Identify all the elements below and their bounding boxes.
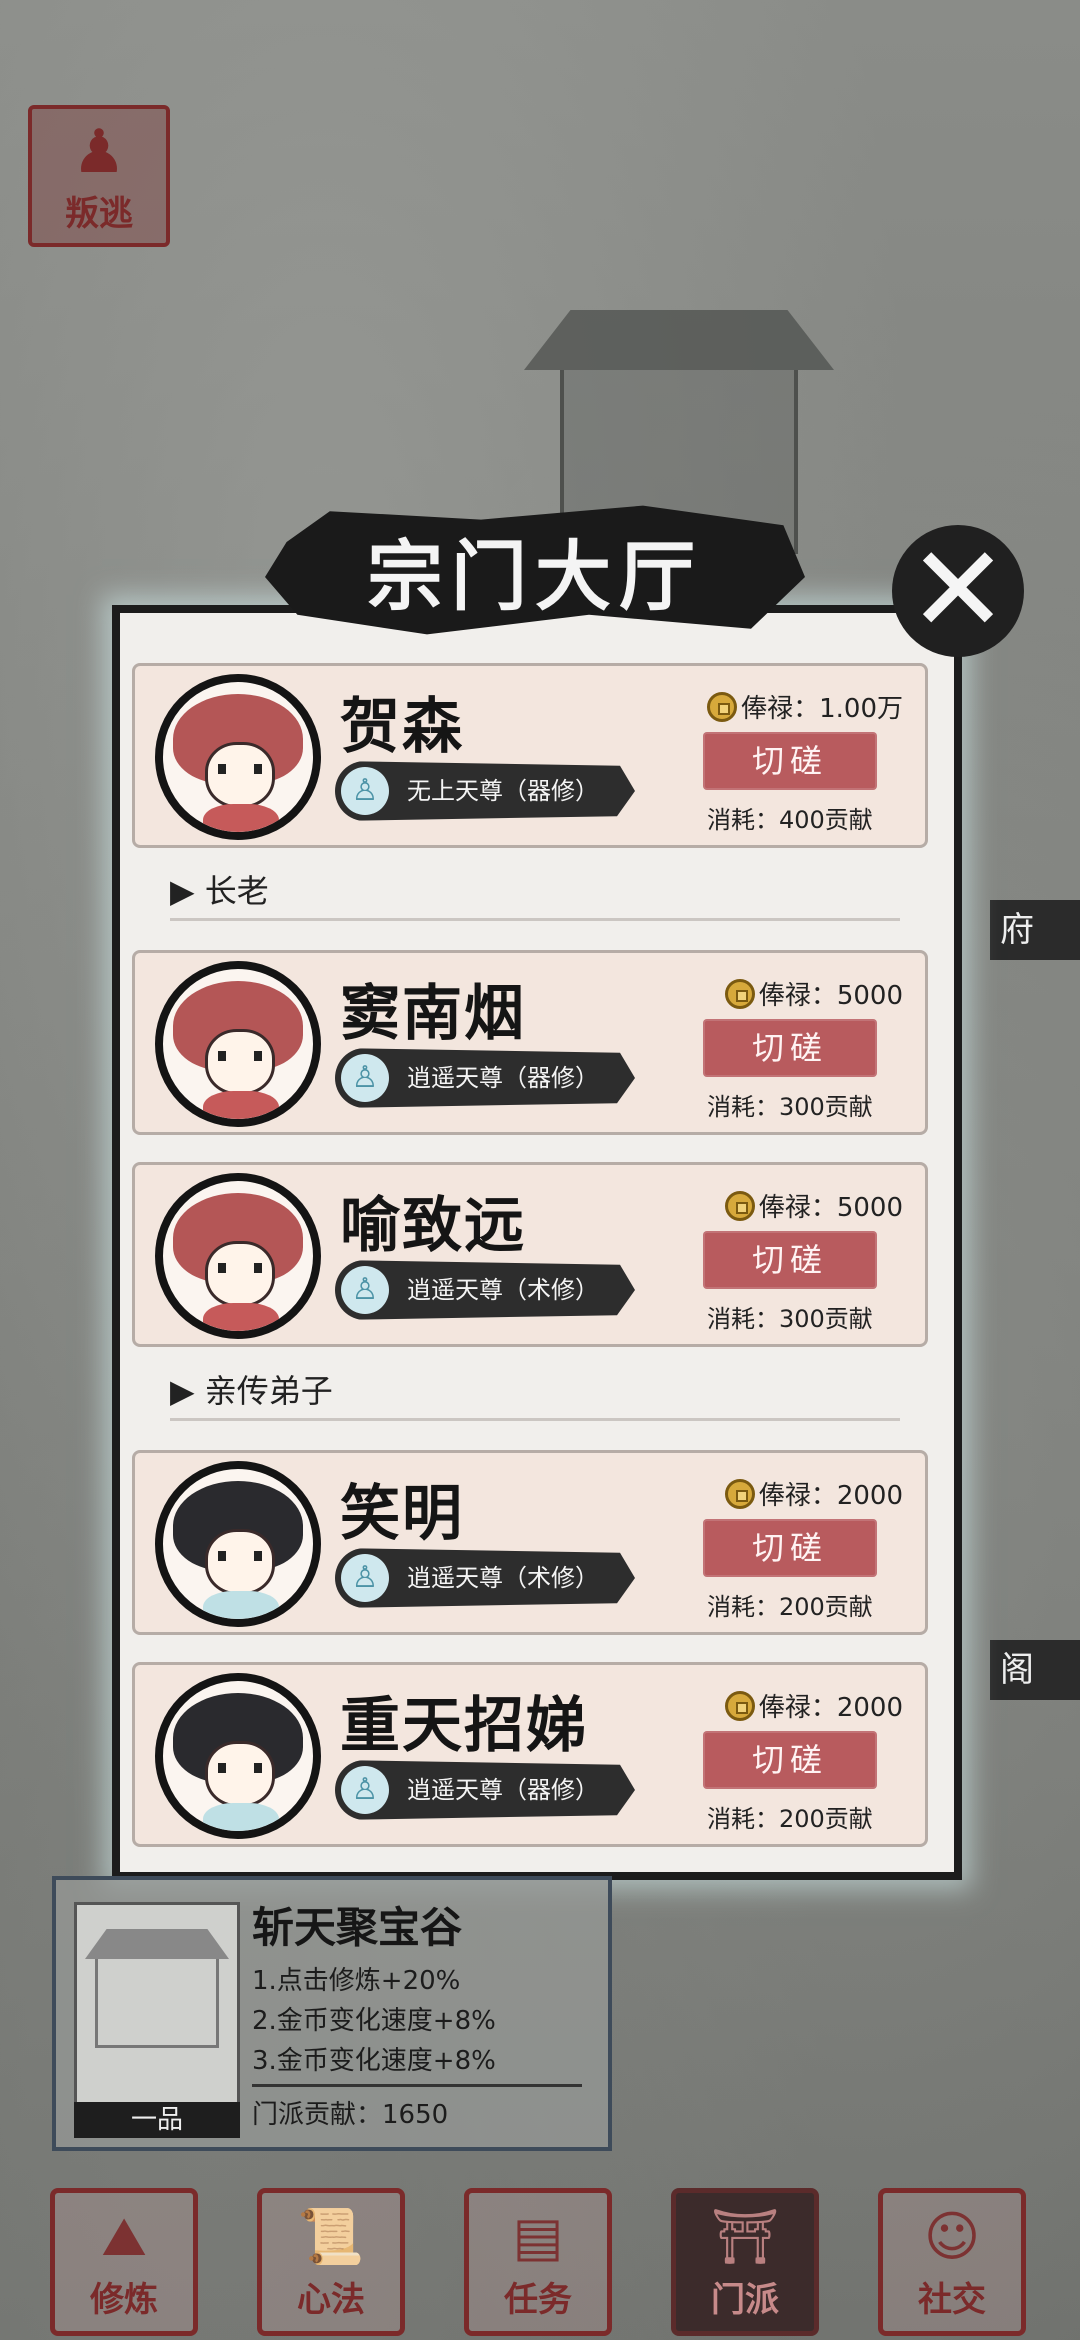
rank-banner: ♙ 逍遥天尊（器修） [335, 1048, 635, 1108]
spar-cost: 消耗：300贡献 [707, 1093, 873, 1121]
people-icon: ☺ [923, 2205, 981, 2268]
nav-tab-cultivate[interactable]: ⛰ 修炼 [50, 2188, 198, 2336]
spar-cost: 消耗：200贡献 [707, 1593, 873, 1621]
nav-tab-technique[interactable]: 📜 心法 [257, 2188, 405, 2336]
avatar[interactable] [155, 1673, 321, 1839]
rank-banner: ♙ 逍遥天尊（器修） [335, 1760, 635, 1820]
rank-banner: ♙ 逍遥天尊（术修） [335, 1260, 635, 1320]
member-name: 笑明 [340, 1479, 464, 1549]
member-name: 窦南烟 [340, 979, 526, 1049]
pawn-icon: ♟ [72, 117, 126, 187]
member-card: 笑明 ♙ 逍遥天尊（术修） 俸禄：2000 切磋 消耗：200贡献 [132, 1450, 928, 1635]
location-thumbnail [74, 1902, 240, 2108]
location-title: 斩天聚宝谷 [252, 1903, 463, 1952]
nav-tab-tasks[interactable]: ▤ 任务 [464, 2188, 612, 2336]
dialog-title-banner: 宗门大厅 [265, 505, 805, 635]
member-card-leader: 贺森 ♙ 无上天尊（器修） 俸禄：1.00万 切磋 消耗：400贡献 [132, 663, 928, 848]
buff-line: 3.金币变化速度+8% [252, 2046, 496, 2076]
nav-tab-social[interactable]: ☺ 社交 [878, 2188, 1026, 2336]
member-card: 窦南烟 ♙ 逍遥天尊（器修） 俸禄：5000 切磋 消耗：300贡献 [132, 950, 928, 1135]
document-icon: ▤ [512, 2205, 564, 2268]
coin-icon [707, 691, 738, 722]
spar-button[interactable]: 切磋 [703, 1019, 877, 1077]
salary-text: 俸禄：5000 [758, 981, 903, 1011]
escape-label: 叛逃 [65, 194, 133, 234]
member-rank: 逍遥天尊（器修） [407, 1776, 599, 1804]
section-header-elders: ▶ 长老 [170, 868, 900, 921]
spar-button[interactable]: 切磋 [703, 1519, 877, 1577]
member-rank: 逍遥天尊（器修） [407, 1064, 599, 1092]
coin-icon [724, 978, 755, 1009]
member-rank: 无上天尊（器修） [407, 777, 599, 805]
member-name: 重天招娣 [340, 1691, 588, 1761]
member-name: 喻致远 [340, 1191, 526, 1261]
meditation-icon: ♙ [341, 767, 389, 815]
nav-label: 社交 [918, 2280, 986, 2320]
member-card: 喻致远 ♙ 逍遥天尊（术修） 俸禄：5000 切磋 消耗：300贡献 [132, 1162, 928, 1347]
coin-icon [724, 1190, 755, 1221]
nav-tab-sect[interactable]: ⛩ 门派 [671, 2188, 819, 2336]
salary: 俸禄：5000 [724, 1187, 903, 1224]
map-label-fu[interactable]: 府 [990, 900, 1080, 960]
salary: 俸禄：2000 [724, 1475, 903, 1512]
rank-banner: ♙ 无上天尊（器修） [335, 761, 635, 821]
member-card: 重天招娣 ♙ 逍遥天尊（器修） 俸禄：2000 切磋 消耗：200贡献 [132, 1662, 928, 1847]
salary-text: 俸禄：5000 [758, 1193, 903, 1223]
coin-icon [724, 1690, 755, 1721]
salary: 俸禄：2000 [724, 1687, 903, 1724]
pavilion-icon: ⛩ [710, 2205, 780, 2268]
salary-text: 俸禄：2000 [758, 1481, 903, 1511]
meditation-icon: ♙ [341, 1554, 389, 1602]
location-info-panel[interactable]: 一品 斩天聚宝谷 1.点击修炼+20% 2.金币变化速度+8% 3.金币变化速度… [52, 1876, 612, 2151]
salary-text: 俸禄：2000 [758, 1693, 903, 1723]
nav-label: 修炼 [90, 2280, 158, 2320]
spar-button[interactable]: 切磋 [703, 732, 877, 790]
buff-line: 2.金币变化速度+8% [252, 2006, 496, 2036]
spar-button[interactable]: 切磋 [703, 1731, 877, 1789]
salary: 俸禄：1.00万 [707, 688, 903, 725]
meditation-icon: ♙ [341, 1766, 389, 1814]
nav-label: 任务 [504, 2280, 572, 2320]
nav-label: 心法 [297, 2280, 365, 2320]
rank-banner: ♙ 逍遥天尊（术修） [335, 1548, 635, 1608]
close-icon: ✕ [907, 521, 1009, 660]
meditation-icon: ♙ [341, 1266, 389, 1314]
grade-label: 一品 [74, 2102, 240, 2138]
mountain-icon: ⛰ [101, 2205, 147, 2268]
buff-line: 1.点击修炼+20% [252, 1966, 461, 1996]
meditation-icon: ♙ [341, 1054, 389, 1102]
spar-cost: 消耗：400贡献 [707, 806, 873, 834]
member-name: 贺森 [340, 692, 464, 762]
escape-button[interactable]: ♟ 叛逃 [28, 105, 170, 247]
sect-contribution: 门派贡献：1650 [252, 2100, 449, 2130]
spar-cost: 消耗：300贡献 [707, 1305, 873, 1333]
member-rank: 逍遥天尊（术修） [407, 1276, 599, 1304]
salary-text: 俸禄：1.00万 [741, 694, 903, 724]
avatar[interactable] [155, 961, 321, 1127]
avatar[interactable] [155, 1173, 321, 1339]
nav-label: 门派 [711, 2280, 779, 2320]
avatar[interactable] [155, 674, 321, 840]
coin-icon [724, 1478, 755, 1509]
spar-cost: 消耗：200贡献 [707, 1805, 873, 1833]
divider [252, 2084, 582, 2087]
member-rank: 逍遥天尊（术修） [407, 1564, 599, 1592]
close-button[interactable]: ✕ [892, 525, 1024, 657]
section-header-disciples: ▶ 亲传弟子 [170, 1368, 900, 1421]
spar-button[interactable]: 切磋 [703, 1231, 877, 1289]
salary: 俸禄：5000 [724, 975, 903, 1012]
dialog-title: 宗门大厅 [367, 532, 703, 621]
avatar[interactable] [155, 1461, 321, 1627]
map-label-ge[interactable]: 阁 [990, 1640, 1080, 1700]
scroll-icon: 📜 [297, 2205, 365, 2268]
